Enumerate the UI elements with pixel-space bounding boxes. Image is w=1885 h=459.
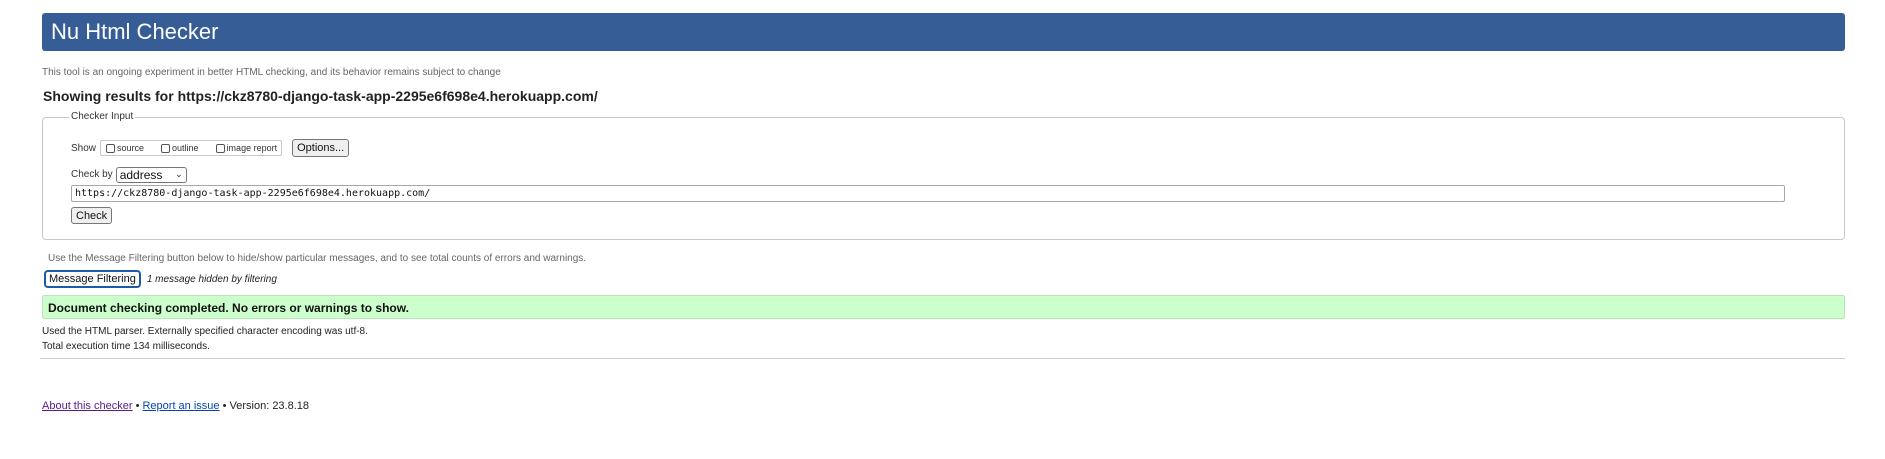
chevron-down-icon: ⌄ <box>175 169 183 179</box>
page: Nu Html Checker This tool is an ongoing … <box>0 0 1885 459</box>
outline-checkbox[interactable] <box>161 143 171 153</box>
options-button[interactable]: Options... <box>292 139 350 157</box>
about-checker-link[interactable]: About this checker <box>42 400 133 412</box>
parser-info: Used the HTML parser. Externally specifi… <box>42 326 368 337</box>
success-message: Document checking completed. No errors o… <box>48 301 409 315</box>
message-filtering-row: Message Filtering 1 message hidden by fi… <box>44 270 277 288</box>
check-by-row: Check by address ⌄ <box>71 166 187 183</box>
page-title: Nu Html Checker <box>51 19 219 44</box>
footer: About this checker • Report an issue • V… <box>42 400 309 413</box>
execution-time: Total execution time 134 milliseconds. <box>42 341 210 352</box>
checker-input-legend: Checker Input <box>69 111 136 123</box>
tagline: This tool is an ongoing experiment in be… <box>42 67 501 78</box>
checker-input-fieldset: Checker Input Show source outline image … <box>42 111 1845 240</box>
outline-checkbox-label[interactable]: outline <box>172 143 199 153</box>
check-button[interactable]: Check <box>71 207 113 224</box>
report-issue-link[interactable]: Report an issue <box>142 400 219 412</box>
source-checkbox[interactable] <box>106 143 116 153</box>
check-by-label: Check by <box>71 169 113 180</box>
show-options-row: Show source outline image report Options… <box>71 139 350 157</box>
divider <box>40 358 1845 359</box>
footer-separator: • <box>222 400 227 412</box>
header-banner: Nu Html Checker <box>42 13 1845 51</box>
success-message-box: Document checking completed. No errors o… <box>42 295 1845 319</box>
check-by-selected-value: address <box>119 167 163 182</box>
footer-separator: • <box>135 400 140 412</box>
url-input[interactable]: https://ckz8780-django-task-app-2295e6f6… <box>71 185 1785 202</box>
message-filtering-button[interactable]: Message Filtering <box>44 270 141 288</box>
version-text: Version: 23.8.18 <box>229 400 310 412</box>
show-options-group: source outline image report <box>100 140 283 156</box>
check-by-select[interactable]: address ⌄ <box>115 166 187 183</box>
showing-results-heading: Showing results for https://ckz8780-djan… <box>43 88 598 104</box>
show-label: Show <box>71 142 97 154</box>
image-report-checkbox[interactable] <box>215 143 225 153</box>
message-filtering-hint: Use the Message Filtering button below t… <box>48 253 587 264</box>
source-checkbox-label[interactable]: source <box>117 143 144 153</box>
image-report-checkbox-label[interactable]: image report <box>227 143 278 153</box>
hidden-messages-note: 1 message hidden by filtering <box>146 273 277 285</box>
